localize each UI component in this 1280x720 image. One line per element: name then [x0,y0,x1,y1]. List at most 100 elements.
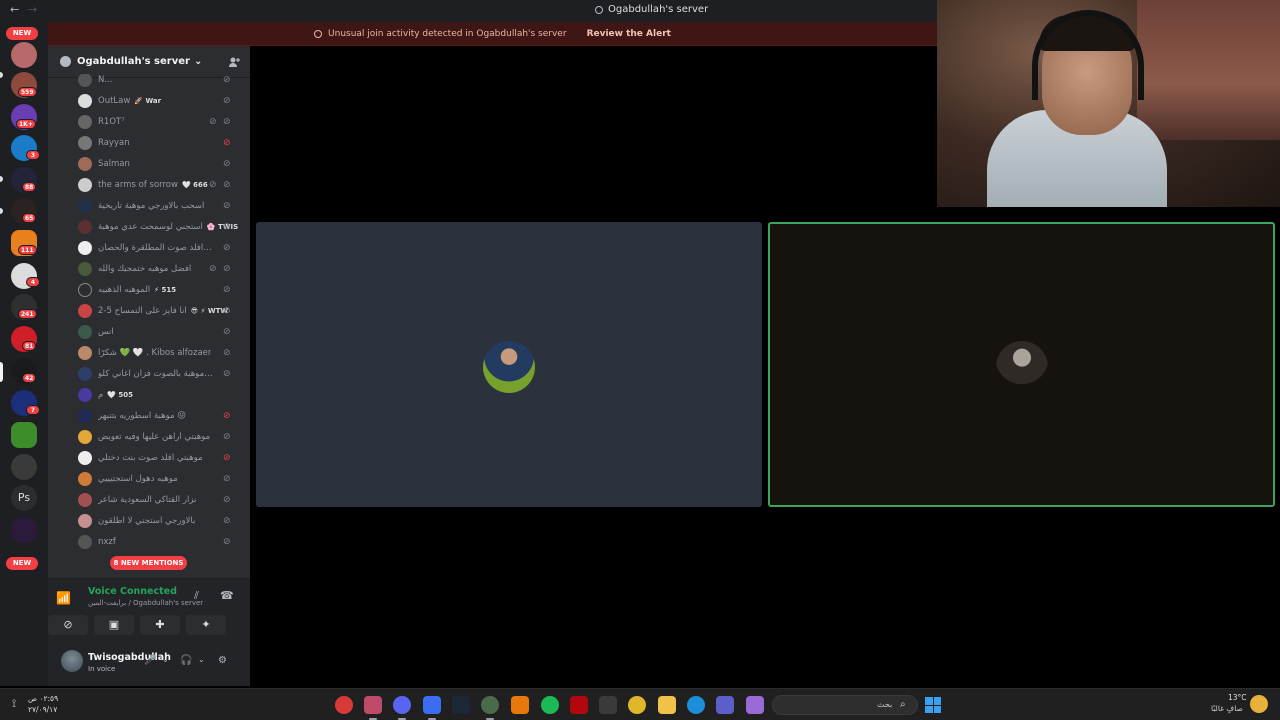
voice-member[interactable]: استجني لوسمحت عدي موهبة 🌸 TWIS ⊘ [78,218,243,236]
title-bar: ← → Ogabdullah's server [0,0,937,22]
member-name: استجني لوسمحت عدي موهبة [98,222,203,232]
camera-button[interactable]: ⊘ [48,615,88,635]
new-unreads-pill[interactable]: NEW [6,27,38,40]
avatar[interactable] [61,650,83,672]
member-name: اعرف افلد صوت المطلقرة والحصان [98,243,213,253]
server-icon-ps[interactable]: Ps [11,485,37,511]
start-button[interactable] [925,697,941,713]
voice-member[interactable]: اعرف افلد صوت المطلقرة والحصان ⊘ [78,239,243,257]
webcam-background [1137,0,1280,140]
review-alert-link[interactable]: Review the Alert [587,29,671,39]
voice-member[interactable]: انس ⊘ [78,323,243,341]
avatar [78,346,92,360]
person-add-icon[interactable] [228,56,240,68]
voice-member[interactable]: اسحب بالاورجي موهبة تاريخية ⊘ [78,197,243,215]
server-icon-1[interactable] [11,42,37,68]
voice-member[interactable]: موهبة اسطوريه بتتبهر 😝 ⊘ [78,407,243,425]
noise-suppression-icon[interactable]: ⫽ [194,589,199,603]
new-mentions-pill[interactable]: 8 NEW MENTIONS [110,556,187,570]
voice-member[interactable]: شكرًا 💚 🤍 . Kibos alfozaer ⊘ [78,344,243,362]
chevron-down-icon[interactable]: ⌄ [198,655,205,664]
voice-member[interactable]: افضل موهبه ختمجيك والله ⊘ ⊘ [78,260,243,278]
voice-member[interactable]: موهبتي اراهن عليها وفيه تعويض ⊘ [78,428,243,446]
mention-badge: 3 [26,150,40,160]
app-icon-2[interactable] [364,696,382,720]
voice-member[interactable]: R1OT⁷ ⊘ ⊘ [78,113,243,131]
headset-icon[interactable]: 🎧 [180,655,192,666]
voice-member[interactable]: م 🤍 505 [78,386,243,404]
deafened-icon: ⊘ [223,117,231,127]
file-explorer-icon[interactable] [658,696,676,714]
voice-member[interactable]: بالاورجي استجني لا اطلقون ⊘ [78,512,243,530]
member-name: نزار القتاكي السعودية شاعر [98,495,197,505]
avatar [78,94,92,108]
mic-icon[interactable]: 🎤 [144,655,156,666]
avatar [78,535,92,549]
member-name: م [98,390,104,400]
spotify-icon[interactable] [541,696,559,714]
voice-member[interactable]: الموهبه الذهبيه ⚡ 515 ⊘ [78,281,243,299]
steam-icon[interactable] [452,696,470,714]
avatar [78,325,92,339]
chevron-down-icon[interactable]: ⌄ [162,655,169,664]
voice-member[interactable]: موهبه دهول استجتيييي ⊘ [78,470,243,488]
store-icon[interactable] [599,696,617,714]
avatar [78,199,92,213]
teams-icon[interactable] [716,696,734,714]
mention-badge: 88 [22,182,37,192]
soundboard-button[interactable]: ✦ [186,615,226,635]
participant-tile[interactable] [256,222,762,507]
avatar [78,409,92,423]
user-name[interactable]: Twisogabdullah [88,652,171,663]
activities-button[interactable]: ✚ [140,615,180,635]
new-unreads-pill[interactable]: NEW [6,557,38,570]
voice-member[interactable]: موهبتي اقلد صوت بنت دختلي ⊘ [78,449,243,467]
voice-member[interactable]: 2-5 انا فايز على التمساح 😎 ⚡ WTW ⊘ [78,302,243,320]
back-button[interactable]: ← [10,3,19,16]
weather-temp: 13°C [1228,693,1247,702]
raid-alert-bar: Unusual join activity detected in Ogabdu… [48,22,937,46]
voice-member[interactable]: nxzf ⊘ [78,533,243,551]
screen-share-button[interactable]: ▣ [94,615,134,635]
deafened-icon: ⊘ [223,285,231,295]
voice-member[interactable]: OutLaw 🚀 War ⊘ [78,92,243,110]
edge-icon[interactable] [687,696,705,714]
server-icon-14[interactable] [11,454,37,480]
settings-icon[interactable]: ⚙ [218,655,227,666]
search-placeholder: بحث [877,700,893,709]
member-tag: ⚡ 515 [154,286,177,294]
mention-badge: 559 [18,87,37,97]
app-icon-4[interactable] [481,696,499,720]
copilot-icon[interactable] [746,696,764,714]
participant-tile-speaking[interactable] [768,222,1275,507]
app-icon-5[interactable] [511,696,529,714]
signal-icon[interactable]: 📶 [56,591,71,605]
app-icon-1[interactable] [335,696,353,714]
weather-icon[interactable] [1250,695,1268,713]
member-tag: 🤍 505 [107,391,134,399]
app-icon-3[interactable] [423,696,441,720]
avatar [78,262,92,276]
mention-badge: 7 [26,405,40,415]
voice-member[interactable]: the arms of sorrow 🤍 666 ⊘ ⊘ [78,176,243,194]
chrome-icon[interactable] [628,696,646,714]
server-icon-13[interactable] [11,422,37,448]
network-icon[interactable]: ⟟ [12,697,24,711]
server-name: Ogabdullah's server [77,56,190,67]
search-box[interactable]: بحث ⌕ [772,695,918,715]
voice-member[interactable]: عدي موهبة بالصوت فزان اغاني كلو ⊘ [78,365,243,383]
server-icon-15[interactable] [11,517,37,543]
voice-member[interactable]: N... ⊘ [78,74,243,89]
mention-badge: 241 [18,309,37,319]
voice-member[interactable]: Rayyan ⊘ [78,134,243,152]
voice-channel-link[interactable]: برايفت-المين / Ogabdullah's server [88,599,203,607]
discord-icon[interactable] [393,696,411,720]
disconnect-icon[interactable]: ☎ [220,589,234,602]
deafened-icon: ⊘ [223,159,231,169]
voice-member[interactable]: نزار القتاكي السعودية شاعر ⊘ [78,491,243,509]
clock[interactable]: ٠٢:٥٩ ص ٢٧/٠٩/١٧ [28,693,58,715]
forward-button[interactable]: → [28,3,37,16]
netflix-icon[interactable] [570,696,588,714]
search-icon: ⌕ [900,699,906,710]
voice-member[interactable]: Salman ⊘ [78,155,243,173]
